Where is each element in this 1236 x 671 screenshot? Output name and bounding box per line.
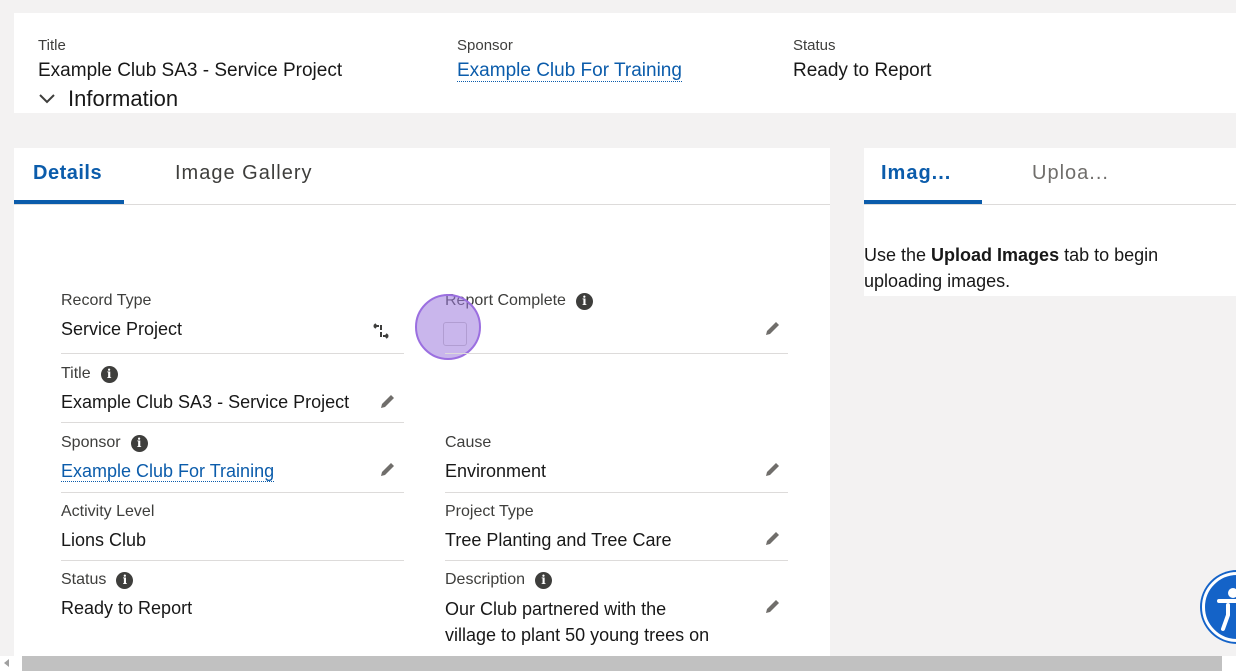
scroll-left-arrow-icon[interactable] [4, 659, 9, 667]
field-label: Description [445, 571, 526, 588]
divider [61, 422, 404, 423]
divider [445, 560, 788, 561]
click-highlight-marker [415, 294, 481, 360]
accessibility-icon [1217, 588, 1236, 631]
image-upload-panel: Imag... Uploa... Use the Upload Images t… [864, 148, 1236, 296]
info-icon[interactable]: i [116, 571, 134, 589]
header-status-value: Ready to Report [793, 60, 932, 81]
details-tabbar: Details Image Gallery [14, 148, 830, 205]
edit-pencil-icon[interactable] [763, 320, 781, 338]
field-label: Record Type [61, 292, 152, 309]
sponsor-link[interactable]: Example Club For Training [61, 461, 275, 482]
image-tabbar: Imag... Uploa... [864, 148, 1236, 205]
instruction-bold: Upload Images [931, 245, 1060, 265]
edit-pencil-icon[interactable] [763, 461, 781, 479]
edit-pencil-icon[interactable] [763, 530, 781, 548]
field-label: Status [61, 571, 107, 588]
field-label: Project Type [445, 503, 534, 520]
header-sponsor-label: Sponsor [457, 37, 513, 54]
field-value: Environment [445, 461, 547, 481]
field-sponsor: Sponsor i Example Club For Training [61, 433, 275, 484]
field-value: Service Project [61, 319, 183, 339]
field-value: Example Club SA3 - Service Project [61, 392, 350, 412]
field-label: Title [61, 365, 91, 382]
field-value: Lions Club [61, 530, 147, 550]
divider [445, 492, 788, 493]
scroll-thumb[interactable] [22, 656, 1222, 671]
field-value: Ready to Report [61, 598, 193, 618]
field-project-type: Project Type Tree Planting and Tree Care [445, 502, 671, 553]
edit-pencil-icon[interactable] [378, 461, 396, 479]
horizontal-scrollbar[interactable] [0, 656, 1236, 671]
tab-details[interactable]: Details [33, 162, 102, 192]
info-icon[interactable]: i [575, 292, 593, 310]
description-line: Our Club partnered with the [445, 599, 667, 619]
tab-image-gallery[interactable]: Image Gallery [175, 162, 313, 192]
accessibility-button[interactable] [1202, 572, 1236, 642]
field-cause: Cause Environment [445, 433, 546, 484]
info-icon[interactable]: i [130, 434, 148, 452]
header-sponsor-link[interactable]: Example Club For Training [457, 60, 682, 82]
header-title-label: Title [38, 37, 66, 54]
section-information-toggle[interactable]: Information [38, 86, 178, 112]
divider [61, 560, 404, 561]
section-title: Information [68, 86, 179, 111]
header-title-value: Example Club SA3 - Service Project [38, 60, 343, 81]
field-value: Tree Planting and Tree Care [445, 530, 672, 550]
field-title: Title i Example Club SA3 - Service Proje… [61, 364, 349, 415]
tab-upload-images[interactable]: Uploa... [1032, 162, 1109, 185]
record-header: Title Example Club SA3 - Service Project… [14, 13, 1236, 113]
field-description: Description i Our Club partnered with th… [445, 570, 709, 648]
info-icon[interactable]: i [100, 365, 118, 383]
field-label: Sponsor [61, 434, 121, 451]
header-status-label: Status [793, 37, 836, 54]
edit-pencil-icon[interactable] [378, 393, 396, 411]
tab-active-indicator [864, 200, 982, 204]
change-record-type-icon[interactable] [372, 322, 390, 340]
instruction-text: Use the [864, 245, 932, 265]
chevron-down-icon [39, 94, 55, 104]
field-activity-level: Activity Level Lions Club [61, 502, 154, 553]
upload-instructions: Use the Upload Images tab to begin uploa… [864, 242, 1224, 294]
header-sponsor-field: Sponsor Example Club For Training [457, 37, 682, 82]
divider [61, 353, 404, 354]
edit-pencil-icon[interactable] [763, 598, 781, 616]
tab-images[interactable]: Imag... [881, 162, 951, 185]
divider [61, 492, 404, 493]
field-label: Activity Level [61, 503, 155, 520]
header-title-field: Title Example Club SA3 - Service Project [38, 37, 342, 82]
divider [445, 353, 788, 354]
header-status-field: Status Ready to Report [793, 37, 931, 82]
field-status: Status i Ready to Report [61, 570, 192, 621]
description-line: village to plant 50 young trees on [445, 625, 710, 645]
tab-active-indicator [14, 200, 124, 204]
info-icon[interactable]: i [535, 571, 553, 589]
field-label: Cause [445, 434, 492, 451]
field-record-type: Record Type Service Project [61, 291, 182, 342]
